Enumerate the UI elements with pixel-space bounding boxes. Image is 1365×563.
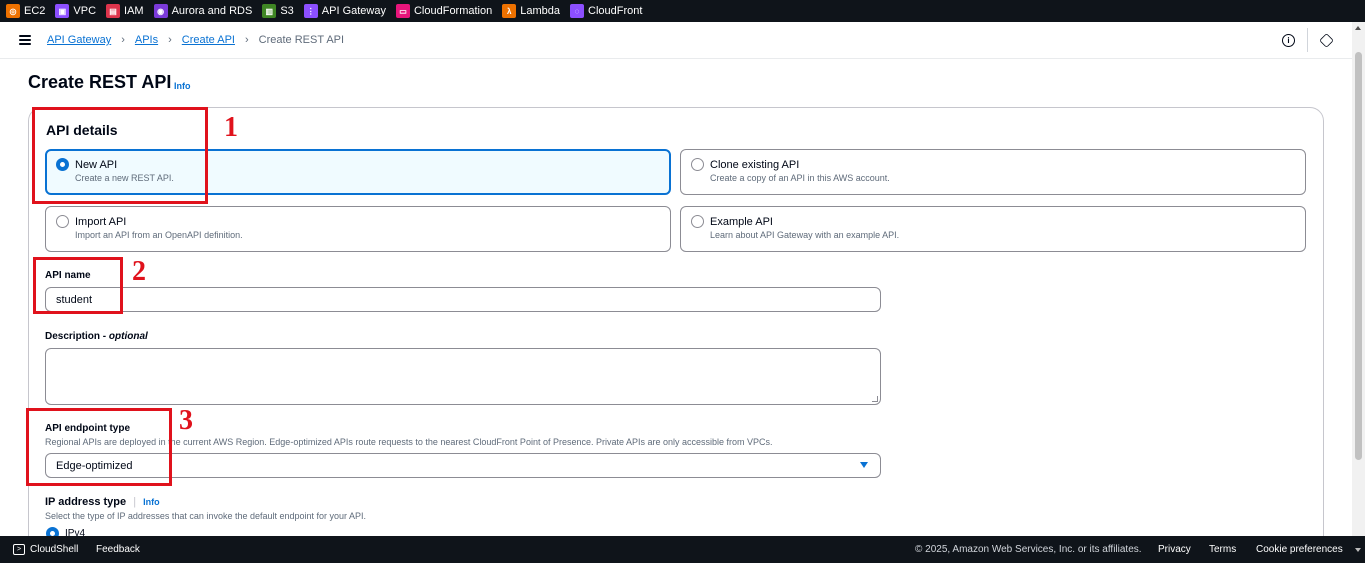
radio-unselected[interactable]: [56, 215, 69, 228]
description-label-text: Description: [45, 331, 101, 342]
description-textarea[interactable]: [45, 348, 881, 405]
main-content: Create REST API Info API details New API…: [0, 59, 1352, 536]
page-title: Create REST API: [28, 72, 172, 92]
option-example-api[interactable]: Example API Learn about API Gateway with…: [680, 206, 1306, 252]
api-gateway-icon: ⋮: [303, 4, 318, 18]
service-label: IAM: [124, 5, 144, 17]
feedback-link[interactable]: Feedback: [96, 544, 140, 555]
ip-address-type-text: IP address type: [45, 496, 127, 508]
service-s3[interactable]: ▥ S3: [262, 0, 294, 22]
cloudshell-link[interactable]: CloudShell: [30, 544, 78, 555]
ip-address-type-label: IP address type | Info: [45, 496, 160, 508]
s3-icon: ▥: [262, 4, 277, 18]
cloudformation-icon: ▭: [395, 4, 410, 18]
breadcrumb-create-api[interactable]: Create API: [182, 34, 235, 46]
option-title: Clone existing API: [710, 159, 800, 171]
info-icon[interactable]: i: [1282, 34, 1295, 47]
service-label: VPC: [73, 5, 97, 17]
scroll-thumb[interactable]: [1355, 52, 1362, 460]
service-rds[interactable]: ◉ Aurora and RDS: [153, 0, 253, 22]
iam-icon: ▤: [106, 4, 121, 18]
radio-unselected[interactable]: [691, 158, 704, 171]
breadcrumb-current: Create REST API: [258, 34, 345, 46]
ip-info-link[interactable]: Info: [143, 497, 160, 507]
service-label: S3: [280, 5, 294, 17]
breadcrumb-bar: API Gateway › APIs › Create API › Create…: [0, 22, 1352, 59]
radio-ipv4[interactable]: [46, 527, 59, 536]
rds-icon: ◉: [153, 4, 168, 18]
service-api-gateway[interactable]: ⋮ API Gateway: [303, 0, 386, 22]
settings-icon[interactable]: [1319, 33, 1334, 48]
copyright-text: © 2025, Amazon Web Services, Inc. or its…: [915, 544, 1142, 555]
service-label: CloudFormation: [413, 5, 493, 17]
terms-link[interactable]: Terms: [1209, 544, 1236, 555]
chevron-right-icon: ›: [168, 34, 172, 46]
annotation-box-2: [33, 257, 123, 314]
footer: > CloudShell Feedback © 2025, Amazon Web…: [0, 536, 1365, 563]
menu-icon[interactable]: [19, 35, 31, 45]
breadcrumb: API Gateway › APIs › Create API › Create…: [47, 34, 344, 46]
caret-down-icon: [860, 462, 868, 468]
breadcrumb-api-gateway[interactable]: API Gateway: [47, 34, 111, 46]
description-label: Description - optional: [45, 331, 148, 342]
resize-handle-icon[interactable]: [872, 396, 878, 402]
option-title: Import API: [75, 216, 127, 228]
page-scrollbar[interactable]: [1352, 22, 1365, 536]
option-clone-api[interactable]: Clone existing API Create a copy of an A…: [680, 149, 1306, 195]
scroll-up-arrow-icon[interactable]: [1355, 26, 1361, 30]
description-label-sep: -: [100, 331, 109, 342]
annotation-number-2: 2: [132, 256, 146, 287]
title-info-link[interactable]: Info: [174, 81, 191, 91]
vpc-icon: ▣: [55, 4, 70, 18]
cloudshell-icon[interactable]: >: [13, 544, 25, 555]
annotation-box-1: [32, 107, 208, 204]
label-divider: |: [133, 496, 137, 508]
service-vpc[interactable]: ▣ VPC: [55, 0, 96, 22]
option-description: Import an API from an OpenAPI definition…: [75, 230, 243, 240]
services-bar: ◎ EC2 ▣ VPC ▤ IAM ◉ Aurora and RDS ▥ S3 ⋮ API …: [0, 0, 1365, 22]
chevron-right-icon: ›: [244, 34, 249, 46]
option-import-api[interactable]: Import API Import an API from an OpenAPI…: [45, 206, 671, 252]
service-lambda[interactable]: λ Lambda: [502, 0, 560, 22]
api-details-container: API details New API Create a new REST AP…: [28, 107, 1324, 536]
service-ec2[interactable]: ◎ EC2: [6, 0, 45, 22]
service-cloudfront[interactable]: ◌ CloudFront: [570, 0, 642, 22]
lambda-icon: λ: [502, 4, 517, 18]
radio-unselected[interactable]: [691, 215, 704, 228]
option-description: Create a copy of an API in this AWS acco…: [710, 173, 890, 183]
cloudfront-icon: ◌: [570, 4, 585, 18]
service-cloudformation[interactable]: ▭ CloudFormation: [395, 0, 493, 22]
service-label: Lambda: [520, 5, 561, 17]
annotation-number-1: 1: [224, 112, 238, 143]
optional-text: optional: [108, 331, 148, 342]
annotation-number-3: 3: [179, 405, 193, 436]
api-name-input[interactable]: [45, 287, 881, 312]
chevron-right-icon: ›: [121, 34, 125, 46]
ec2-icon: ◎: [6, 4, 20, 18]
annotation-box-3: [26, 408, 172, 486]
service-iam[interactable]: ▤ IAM: [106, 0, 144, 22]
header-divider: [1307, 28, 1308, 52]
option-description: Learn about API Gateway with an example …: [710, 230, 900, 240]
breadcrumb-apis[interactable]: APIs: [135, 34, 158, 46]
service-label: API Gateway: [321, 5, 386, 17]
service-label: EC2: [24, 5, 46, 17]
scroll-down-arrow-icon[interactable]: [1355, 548, 1361, 552]
privacy-link[interactable]: Privacy: [1158, 544, 1191, 555]
ip-address-type-hint: Select the type of IP addresses that can…: [45, 511, 367, 521]
service-label: CloudFront: [588, 5, 643, 17]
ipv4-label: IPv4: [65, 528, 86, 536]
service-label: Aurora and RDS: [171, 5, 253, 17]
option-title: Example API: [710, 216, 773, 228]
cookie-preferences-link[interactable]: Cookie preferences: [1256, 544, 1343, 555]
